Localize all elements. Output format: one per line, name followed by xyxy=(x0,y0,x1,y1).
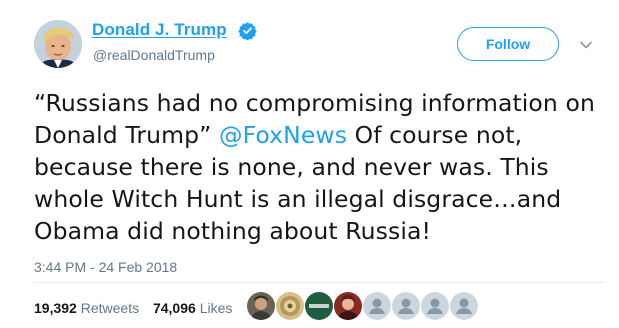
liker-avatar[interactable] xyxy=(334,292,362,320)
tweet-timestamp[interactable]: 3:44 PM - 24 Feb 2018 xyxy=(34,259,177,275)
tweet-stats: 19,392 Retweets 74,096 Likes xyxy=(34,300,242,316)
retweets-count: 19,392 xyxy=(34,300,77,316)
author-handle[interactable]: @realDonaldTrump xyxy=(93,47,215,63)
liker-avatars xyxy=(247,292,478,322)
retweets-stat[interactable]: 19,392 Retweets xyxy=(34,300,149,316)
liker-avatar[interactable] xyxy=(305,292,333,320)
liker-avatar[interactable] xyxy=(363,292,391,320)
likes-stat[interactable]: 74,096 Likes xyxy=(153,300,242,316)
follow-button[interactable]: Follow xyxy=(457,27,559,61)
chevron-down-icon xyxy=(580,41,592,49)
liker-avatar[interactable] xyxy=(450,292,478,320)
tweet-text: “Russians had no compromising informatio… xyxy=(34,87,604,247)
divider xyxy=(34,282,604,283)
tweet-card: Donald J. Trump @realDonaldTrump Follow … xyxy=(0,0,619,328)
liker-avatar[interactable] xyxy=(392,292,420,320)
likes-count: 74,096 xyxy=(152,300,196,316)
verified-badge-icon xyxy=(238,22,257,40)
mention-link[interactable]: @FoxNews xyxy=(219,121,347,149)
liker-avatar[interactable] xyxy=(421,292,449,320)
retweets-label: Retweets xyxy=(80,300,140,316)
author-name[interactable]: Donald J. Trump xyxy=(92,20,227,40)
more-options-button[interactable] xyxy=(574,33,598,57)
likes-label: Likes xyxy=(199,300,233,316)
author-avatar[interactable] xyxy=(34,20,82,68)
liker-avatar[interactable] xyxy=(247,292,275,320)
liker-avatar[interactable] xyxy=(276,292,304,320)
